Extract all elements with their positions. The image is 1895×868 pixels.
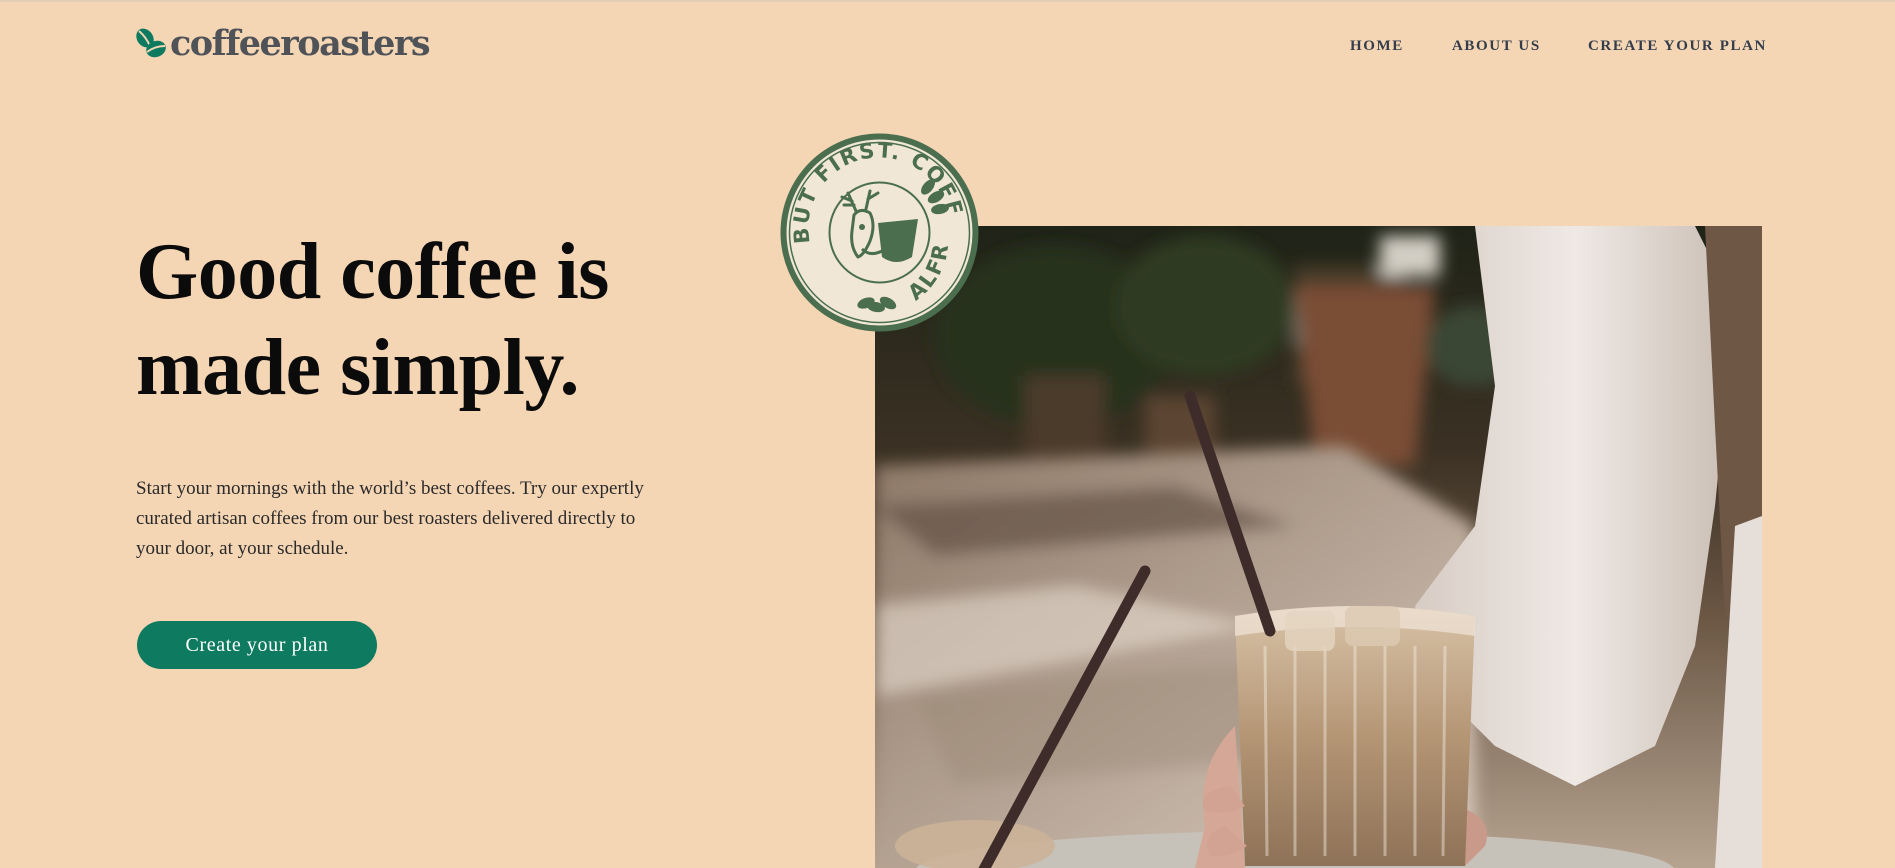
- nav-link-create-your-plan[interactable]: CREATE YOUR PLAN: [1588, 38, 1767, 55]
- hero-image-iced-coffee: [875, 226, 1762, 868]
- hero-title-line-1: Good coffee is: [136, 228, 609, 316]
- hero-description: Start your mornings with the world’s bes…: [136, 474, 696, 564]
- hero-title-line-2: made simply.: [136, 324, 579, 412]
- hero-description-line-2: curated artisan coffees from our best ro…: [136, 508, 636, 529]
- top-border: [0, 0, 1895, 2]
- hero-description-line-3: your door, at your schedule.: [136, 538, 349, 559]
- coffee-bean-leaf-icon: [136, 28, 166, 58]
- hero-description-line-1: Start your mornings with the world’s bes…: [136, 478, 644, 499]
- brand-name: coffeeroasters: [170, 23, 431, 64]
- but-first-coffee-badge: BUT FIRST. COFFEE. ALFRED: [768, 112, 981, 334]
- hero-title: Good coffee is made simply.: [136, 224, 756, 416]
- logo-link[interactable]: coffeeroasters: [136, 23, 431, 64]
- nav-link-about-us[interactable]: ABOUT US: [1452, 38, 1541, 55]
- create-your-plan-button[interactable]: Create your plan: [137, 621, 377, 669]
- nav-link-home[interactable]: HOME: [1350, 38, 1404, 55]
